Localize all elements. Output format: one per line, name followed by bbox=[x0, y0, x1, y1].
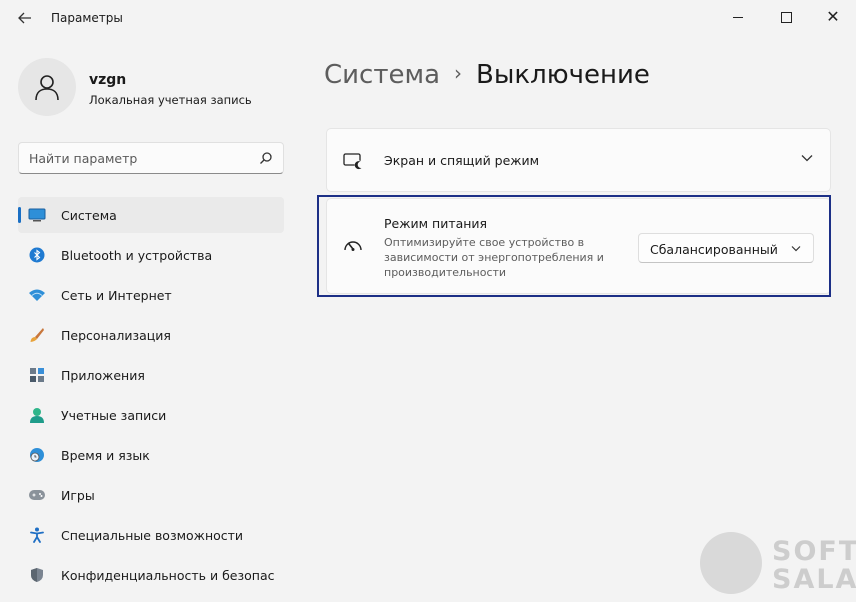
search-input[interactable] bbox=[29, 143, 249, 173]
breadcrumb-separator: › bbox=[454, 61, 463, 85]
minimize-button[interactable] bbox=[718, 4, 758, 30]
watermark-logo-icon bbox=[700, 532, 762, 594]
brush-icon bbox=[28, 326, 46, 344]
page-title: Выключение bbox=[476, 60, 650, 90]
maximize-icon bbox=[780, 11, 792, 23]
breadcrumb: Система › Выключение bbox=[324, 60, 650, 90]
sidebar-item-label: Время и язык bbox=[61, 447, 150, 463]
sidebar-item-label: Учетные записи bbox=[61, 407, 167, 423]
sidebar-item-personalization[interactable]: Персонализация bbox=[18, 317, 284, 353]
sidebar-item-label: Приложения bbox=[61, 367, 145, 383]
avatar[interactable] bbox=[18, 58, 76, 116]
close-button[interactable]: ✕ bbox=[813, 4, 853, 30]
sidebar-item-label: Конфиденциальность и безопас bbox=[61, 567, 275, 583]
account-type: Локальная учетная запись bbox=[89, 93, 252, 107]
screen-sleep-card[interactable]: Экран и спящий режим bbox=[326, 128, 831, 192]
sidebar-item-apps[interactable]: Приложения bbox=[18, 357, 284, 393]
shield-icon bbox=[28, 566, 46, 584]
sidebar-item-label: Персонализация bbox=[61, 327, 171, 343]
accounts-icon bbox=[28, 406, 46, 424]
sidebar-item-label: Игры bbox=[61, 487, 95, 503]
back-button[interactable] bbox=[12, 8, 38, 28]
bluetooth-icon bbox=[28, 246, 46, 264]
sidebar-item-network[interactable]: Сеть и Интернет bbox=[18, 277, 284, 313]
sidebar-item-label: Специальные возможности bbox=[61, 527, 244, 543]
sidebar-item-label: Bluetooth и устройства bbox=[61, 247, 213, 263]
watermark: SOFT SALAD bbox=[700, 526, 856, 596]
sidebar-item-accounts[interactable]: Учетные записи bbox=[18, 397, 284, 433]
accessibility-icon bbox=[28, 526, 46, 544]
screen-sleep-label: Экран и спящий режим bbox=[384, 153, 540, 168]
chevron-down-icon[interactable] bbox=[801, 154, 813, 162]
sidebar-item-privacy[interactable]: Конфиденциальность и безопас bbox=[18, 557, 284, 593]
active-indicator bbox=[18, 207, 21, 223]
wifi-icon bbox=[28, 286, 46, 304]
minimize-icon bbox=[733, 16, 743, 18]
monitor-icon bbox=[28, 206, 46, 224]
screen-sleep-icon bbox=[343, 152, 365, 174]
watermark-line2: SALAD bbox=[772, 564, 856, 595]
sidebar-item-label: Система bbox=[61, 207, 117, 223]
clock-globe-icon bbox=[28, 446, 46, 464]
close-icon: ✕ bbox=[826, 7, 840, 26]
arrow-left-icon bbox=[18, 12, 31, 24]
sidebar-item-label: Сеть и Интернет bbox=[61, 287, 172, 303]
user-icon bbox=[35, 75, 59, 101]
apps-icon bbox=[28, 366, 46, 384]
breadcrumb-parent[interactable]: Система bbox=[324, 60, 440, 90]
maximize-button[interactable] bbox=[766, 4, 806, 30]
sidebar-item-time-language[interactable]: Время и язык bbox=[18, 437, 284, 473]
gamepad-icon bbox=[28, 486, 46, 504]
title-bar: Параметры ✕ bbox=[0, 0, 856, 34]
app-title: Параметры bbox=[51, 11, 123, 25]
highlight-frame bbox=[317, 195, 831, 297]
search-icon[interactable] bbox=[259, 151, 273, 165]
sidebar-item-gaming[interactable]: Игры bbox=[18, 477, 284, 513]
search-box bbox=[18, 142, 284, 174]
sidebar-item-system[interactable]: Система bbox=[18, 197, 284, 233]
user-name: vzgn bbox=[89, 72, 127, 88]
sidebar-item-bluetooth[interactable]: Bluetooth и устройства bbox=[18, 237, 284, 273]
sidebar-item-accessibility[interactable]: Специальные возможности bbox=[18, 517, 284, 553]
watermark-line1: SOFT bbox=[772, 536, 856, 567]
